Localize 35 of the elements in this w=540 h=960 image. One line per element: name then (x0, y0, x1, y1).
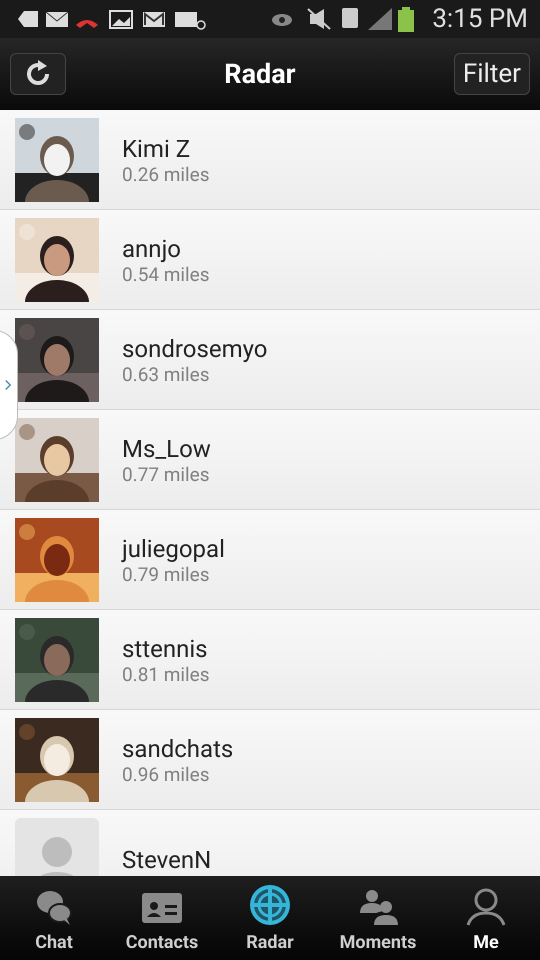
distance-label: 0.54 miles (122, 264, 210, 286)
tab[interactable]: Radar (216, 876, 324, 960)
person-name: Ms_Low (122, 434, 211, 464)
nearby-person-row[interactable]: sttennis 0.81 miles (0, 610, 540, 710)
chevron-right-icon (5, 379, 11, 391)
nearby-person-row[interactable]: Ms_Low 0.77 miles (0, 410, 540, 510)
tab[interactable]: Chat (0, 876, 108, 960)
nearby-person-row[interactable]: annjo 0.54 miles (0, 210, 540, 310)
distance-label: 0.81 miles (122, 664, 210, 686)
person-name: StevenN (122, 844, 212, 874)
person-name: sondrosemyo (122, 334, 268, 364)
header-title: Radar (224, 56, 296, 92)
tab[interactable]: Moments (324, 876, 432, 960)
nearby-person-row[interactable]: sandchats 0.96 miles (0, 710, 540, 810)
refresh-button[interactable] (10, 53, 66, 95)
nearby-person-row[interactable]: StevenN (0, 810, 540, 876)
person-name: annjo (122, 234, 182, 264)
person-name: Kimi Z (122, 134, 192, 164)
person-name: sandchats (122, 734, 234, 764)
nearby-person-row[interactable]: Kimi Z 0.26 miles (0, 110, 540, 210)
tab[interactable]: Me (432, 876, 540, 960)
person-name: sttennis (122, 634, 209, 664)
person-name: juliegopal (122, 534, 225, 564)
distance-label: 0.96 miles (122, 764, 211, 786)
crosshair-icon (248, 883, 292, 927)
clock-time: 3:15 PM (432, 6, 528, 32)
tab[interactable]: Contacts (108, 876, 216, 960)
filter-button[interactable]: Filter (454, 53, 530, 95)
distance-label: 0.63 miles (122, 364, 211, 386)
distance-label: 0.26 miles (122, 164, 210, 186)
distance-label: 0.79 miles (122, 564, 211, 586)
person-icon (464, 887, 508, 927)
distance-label: 0.77 miles (122, 464, 211, 486)
nearby-person-row[interactable]: sondrosemyo 0.63 miles (0, 310, 540, 410)
nearby-person-row[interactable]: juliegopal 0.79 miles (0, 510, 540, 610)
